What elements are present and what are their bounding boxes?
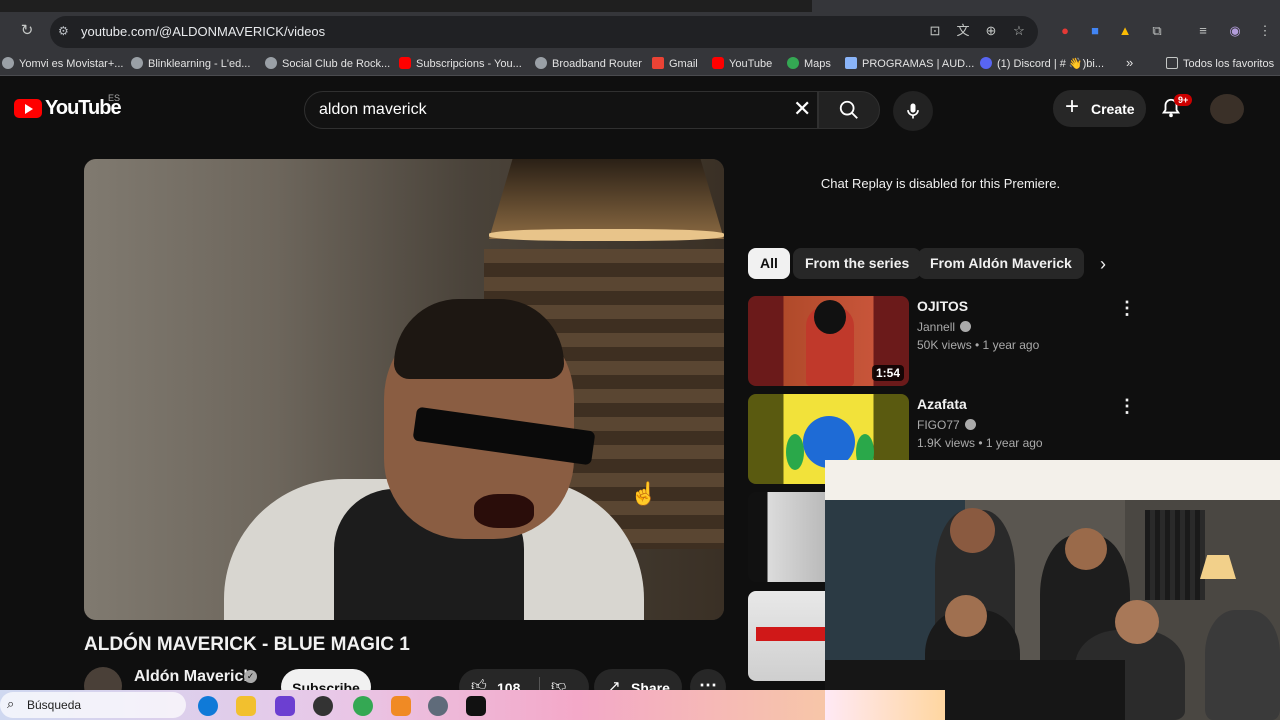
notifications-button[interactable]: 9+ — [1160, 94, 1193, 123]
file-explorer-icon[interactable] — [236, 696, 256, 716]
create-label: Create — [1091, 101, 1135, 117]
recommendation-channel[interactable]: FIGO77 — [917, 418, 976, 432]
video-thumbnail[interactable]: 1:54 — [748, 296, 909, 386]
bookmark-item[interactable]: YouTube — [712, 57, 772, 70]
webcam-neon-light — [825, 690, 945, 720]
bookmark-item[interactable]: Yomvi es Movistar+... — [2, 57, 123, 70]
reload-icon[interactable]: ↻ — [18, 22, 36, 40]
verified-check-icon: ✓ — [244, 670, 257, 683]
chat-replay-message: Chat Replay is disabled for this Premier… — [820, 176, 1061, 191]
search-input[interactable]: aldon maverick ✕ — [304, 91, 818, 129]
bookmark-item[interactable]: Broadband Router — [535, 57, 642, 70]
youtube-play-icon — [14, 99, 42, 118]
install-app-icon[interactable]: ⊡ — [926, 22, 944, 40]
chip-all[interactable]: All — [748, 248, 790, 279]
thumbnail-red-title — [756, 627, 826, 641]
active-tab[interactable] — [812, 0, 1280, 12]
bookmark-item[interactable]: Subscripcions - You... — [399, 57, 522, 70]
country-code: ES — [108, 93, 121, 103]
bookmarks-bar: Yomvi es Movistar+... Blinklearning - L'… — [0, 52, 1280, 76]
microphone-icon — [907, 103, 919, 119]
app-purple-icon[interactable] — [275, 696, 295, 716]
channel-name[interactable]: Aldón Maverick — [134, 668, 252, 686]
verified-icon — [964, 419, 976, 430]
webcam-person-head — [945, 595, 987, 637]
more-options-icon[interactable]: ⋮ — [1118, 396, 1136, 417]
search-button[interactable] — [818, 91, 880, 129]
youtube-logo[interactable]: YouTube ES — [14, 93, 122, 119]
recommendation-channel[interactable]: Jannell — [917, 320, 972, 334]
windows-taskbar: ⌕ Búsqueda — [0, 690, 825, 720]
webcam-ceiling — [825, 460, 1280, 500]
recommendation-item[interactable]: 1:54 OJITOS Jannell 50K views • 1 year a… — [748, 296, 1138, 388]
tiktok-icon[interactable] — [466, 696, 486, 716]
youtube-header: YouTube ES aldon maverick ✕ + Create 9+ — [0, 77, 1280, 137]
video-frame-lamp — [489, 159, 724, 239]
recommendation-title[interactable]: Azafata — [917, 396, 967, 412]
taskbar-search-label: Búsqueda — [27, 698, 82, 712]
webcam-person — [1205, 610, 1280, 720]
bookmarks-overflow-button[interactable]: » — [1126, 55, 1133, 70]
bookmark-item[interactable]: Maps — [787, 57, 831, 70]
video-title: ALDÓN MAVERICK - BLUE MAGIC 1 — [84, 634, 410, 655]
webcam-overlay — [825, 460, 1280, 720]
translate-icon[interactable]: 文 — [954, 22, 972, 40]
address-bar[interactable]: ⚙ youtube.com/@ALDONMAVERICK/videos — [50, 16, 1038, 48]
video-frame-lamp-glow — [489, 229, 724, 241]
taskbar-search[interactable]: ⌕ Búsqueda — [0, 692, 186, 718]
clear-search-icon[interactable]: ✕ — [793, 98, 811, 120]
bookmark-item[interactable]: Gmail — [652, 57, 698, 70]
recommendation-meta: 1.9K views • 1 year ago — [917, 436, 1043, 450]
browser-toolbar: ↻ ⚙ youtube.com/@ALDONMAVERICK/videos ⊡ … — [0, 12, 1280, 52]
search-icon — [839, 100, 858, 119]
search-icon: ⌕ — [7, 696, 15, 711]
drive-ext-icon[interactable]: ▲ — [1116, 22, 1134, 40]
bookmark-item[interactable]: Social Club de Rock... — [265, 57, 390, 70]
bookmark-item[interactable]: PROGRAMAS | AUD... — [845, 57, 974, 70]
webcam-person-head — [1115, 600, 1159, 644]
profile-icon[interactable]: ◉ — [1226, 22, 1244, 40]
video-player[interactable] — [84, 159, 724, 620]
edge-icon[interactable] — [198, 696, 218, 716]
bookmark-item[interactable]: Blinklearning - L'ed... — [131, 57, 250, 70]
fl-studio-icon[interactable] — [391, 696, 411, 716]
thumbnail-leaf — [786, 434, 804, 470]
plus-icon: + — [1065, 93, 1080, 120]
settings-icon[interactable] — [428, 696, 448, 716]
google-translate-ext-icon[interactable]: ■ — [1086, 22, 1104, 40]
all-bookmarks-folder[interactable]: Todos los favoritos — [1166, 57, 1274, 70]
webcam-person-head — [950, 508, 995, 553]
url-text: youtube.com/@ALDONMAVERICK/videos — [81, 24, 326, 39]
chevron-right-icon[interactable]: › — [1100, 254, 1106, 275]
verified-icon — [960, 321, 972, 332]
bookmark-star-icon[interactable]: ☆ — [1010, 22, 1028, 40]
hand-cursor-icon: ☝ — [630, 481, 658, 506]
site-info-icon[interactable]: ⚙ — [58, 24, 72, 38]
chrome-icon[interactable] — [353, 696, 373, 716]
media-control-icon[interactable]: ≡ — [1194, 22, 1212, 40]
extensions-puzzle-icon[interactable]: ⧉ — [1148, 22, 1166, 40]
thumbnail-figure-head — [814, 300, 846, 334]
recommendation-meta: 50K views • 1 year ago — [917, 338, 1040, 352]
create-button[interactable]: + Create — [1053, 90, 1146, 127]
notification-badge: 9+ — [1174, 94, 1193, 106]
browser-tab-strip — [0, 0, 1280, 12]
video-frame-mouth — [474, 494, 534, 528]
browser-menu-icon[interactable]: ⋮ — [1256, 22, 1274, 40]
voice-search-button[interactable] — [893, 91, 933, 131]
chip-from-channel[interactable]: From Aldón Maverick — [918, 248, 1084, 279]
webcam-person-head — [1065, 528, 1107, 570]
extension-red-icon[interactable]: ● — [1056, 22, 1074, 40]
zoom-icon[interactable]: ⊕ — [982, 22, 1000, 40]
more-options-icon[interactable]: ⋮ — [1118, 298, 1136, 319]
video-duration: 1:54 — [871, 365, 904, 381]
webcam-acoustic-panel — [1145, 510, 1205, 600]
chip-from-series[interactable]: From the series — [793, 248, 922, 279]
search-query: aldon maverick — [319, 101, 427, 118]
bookmark-item[interactable]: (1) Discord | # 👋)bi... — [980, 57, 1104, 70]
obs-icon[interactable] — [313, 696, 333, 716]
recommendation-title[interactable]: OJITOS — [917, 298, 968, 314]
account-avatar[interactable] — [1210, 94, 1244, 124]
